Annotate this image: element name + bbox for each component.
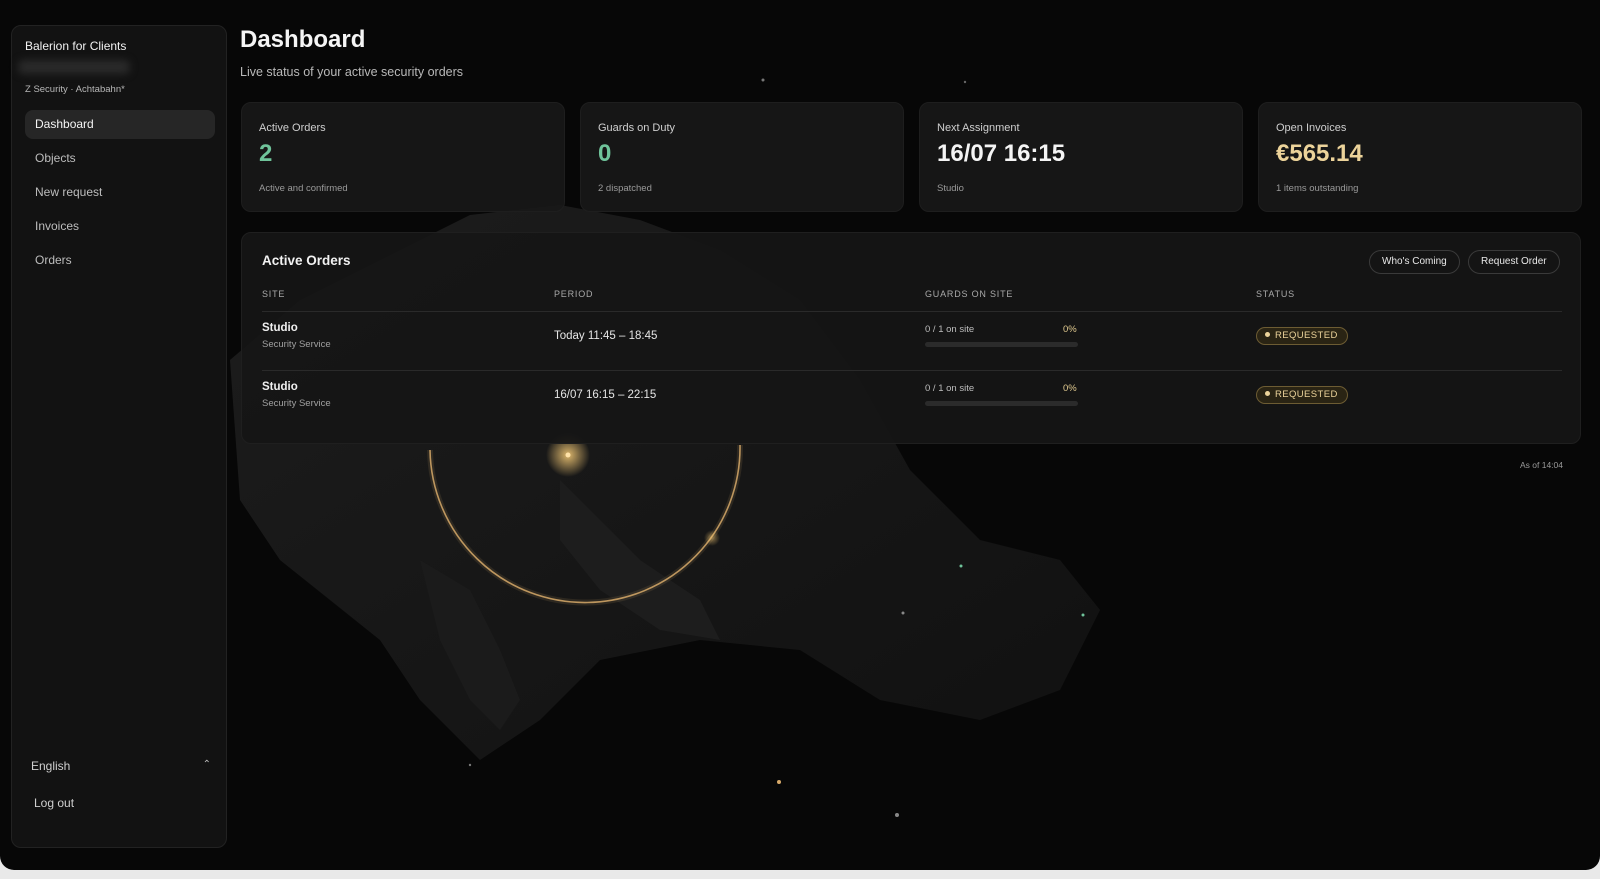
stat-subtext: 1 items outstanding [1276, 183, 1359, 194]
status-dot-icon [1265, 390, 1270, 396]
status-label: REQUESTED [1275, 330, 1338, 341]
sidebar-nav: Dashboard Objects New request Invoices O… [25, 110, 215, 280]
progress-percent: 0% [1063, 324, 1077, 335]
stat-card-next-assignment: Next Assignment 16/07 16:15 Studio [919, 102, 1243, 212]
page-title: Dashboard [240, 26, 366, 53]
language-label: English [31, 759, 71, 773]
stat-card-open-invoices: Open Invoices €565.14 1 items outstandin… [1258, 102, 1582, 212]
service-type: Security Service [262, 339, 331, 350]
page-subtitle: Live status of your active security orde… [240, 65, 464, 79]
sidebar-item-invoices[interactable]: Invoices [25, 212, 215, 241]
active-orders-panel: Active Orders Who's Coming Request Order… [241, 232, 1581, 444]
status-label: REQUESTED [1275, 389, 1338, 400]
sidebar-item-dashboard[interactable]: Dashboard [25, 110, 215, 139]
progress-percent: 0% [1063, 383, 1077, 394]
guards-on-site: 0 / 1 on site [925, 383, 975, 394]
stat-value: 2 [259, 140, 273, 167]
stat-subtext: 2 dispatched [598, 183, 652, 194]
sidebar-item-new-request[interactable]: New request [25, 178, 215, 207]
stat-subtext: Studio [937, 183, 964, 194]
guards-on-site: 0 / 1 on site [925, 324, 975, 335]
column-header-site: SITE [262, 289, 286, 299]
whos-coming-button[interactable]: Who's Coming [1369, 250, 1460, 274]
period: 16/07 16:15 – 22:15 [554, 389, 657, 401]
stat-label: Active Orders [259, 122, 326, 134]
site-name: Studio [262, 381, 298, 393]
stat-card-active-orders: Active Orders 2 Active and confirmed [241, 102, 565, 212]
last-updated-timestamp: As of 14:04 [1520, 460, 1564, 470]
status-badge: REQUESTED [1256, 327, 1348, 345]
blurred-account-info [18, 60, 130, 74]
organization-name: Z Security · Achtabahn* [25, 84, 125, 95]
sidebar: Balerion for Clients Z Security · Achtab… [11, 25, 227, 848]
table-row[interactable]: Studio Security Service Today 11:45 – 18… [242, 312, 1582, 370]
table-row[interactable]: Studio Security Service 16/07 16:15 – 22… [242, 371, 1582, 429]
logout-button[interactable]: Log out [34, 796, 74, 810]
sidebar-item-orders[interactable]: Orders [25, 246, 215, 275]
stat-label: Open Invoices [1276, 122, 1347, 134]
stat-label: Guards on Duty [598, 122, 676, 134]
period: Today 11:45 – 18:45 [554, 330, 658, 342]
app-window: Balerion for Clients Z Security · Achtab… [0, 0, 1600, 870]
stat-label: Next Assignment [937, 122, 1020, 134]
status-dot-icon [1265, 331, 1270, 337]
stat-value: €565.14 [1276, 140, 1363, 167]
language-select[interactable]: English ⌃ [31, 759, 211, 777]
column-header-period: PERIOD [554, 289, 594, 299]
chevron-updown-icon: ⌃ [202, 759, 211, 770]
progress-bar [925, 401, 1078, 406]
progress-bar [925, 342, 1078, 347]
service-type: Security Service [262, 398, 331, 409]
panel-title: Active Orders [262, 253, 351, 268]
stat-value: 0 [598, 140, 612, 167]
column-header-guards: GUARDS ON SITE [925, 289, 1014, 299]
status-badge: REQUESTED [1256, 386, 1348, 404]
request-order-button[interactable]: Request Order [1468, 250, 1560, 274]
brand-name: Balerion for Clients [25, 39, 127, 53]
stat-value: 16/07 16:15 [937, 140, 1066, 167]
sidebar-item-objects[interactable]: Objects [25, 144, 215, 173]
column-header-status: STATUS [1256, 289, 1295, 299]
stat-subtext: Active and confirmed [259, 183, 348, 194]
stat-card-guards-on-duty: Guards on Duty 0 2 dispatched [580, 102, 904, 212]
site-name: Studio [262, 322, 298, 334]
